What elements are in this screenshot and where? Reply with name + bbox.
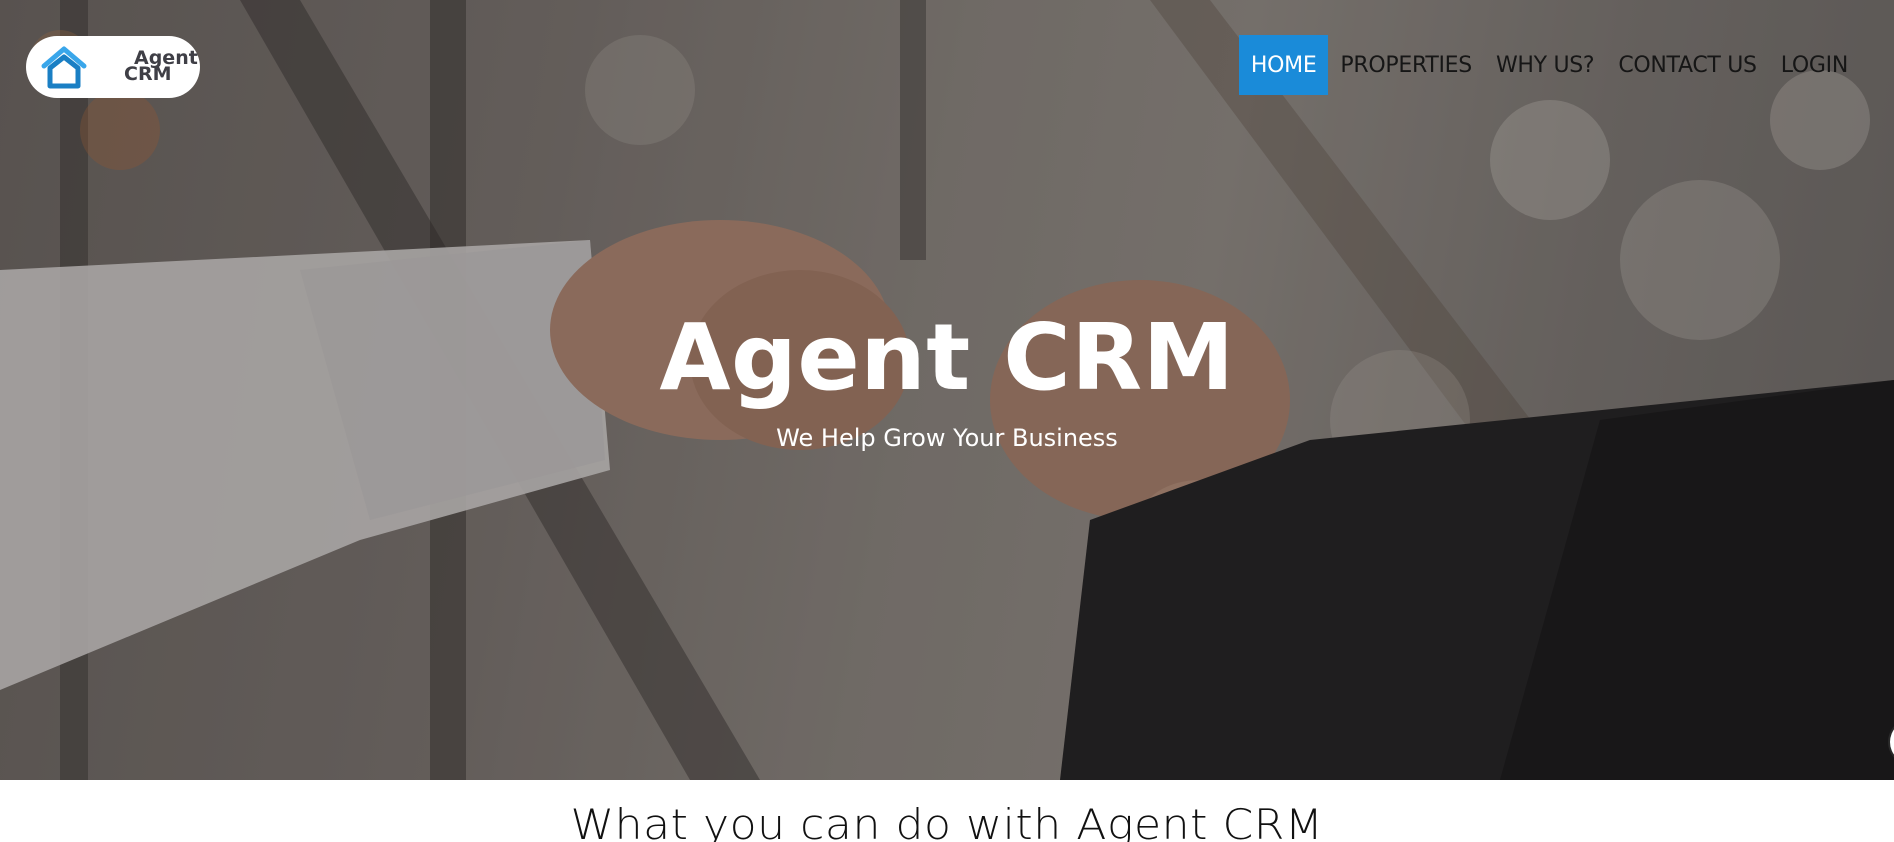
brand-logo[interactable]: Agent CRM — [26, 36, 200, 98]
nav-why-us[interactable]: WHY US? — [1484, 35, 1606, 95]
nav-home[interactable]: HOME — [1238, 35, 1329, 95]
hero-section: Agent CRM HOME PROPERTIES WHY US? CONTAC… — [0, 0, 1894, 780]
nav-contact-us[interactable]: CONTACT US — [1606, 35, 1768, 95]
nav-properties[interactable]: PROPERTIES — [1328, 35, 1484, 95]
nav-login[interactable]: LOGIN — [1769, 35, 1860, 95]
features-section-title: What you can do with Agent CRM — [570, 800, 1324, 842]
logo-text: Agent CRM — [98, 49, 198, 84]
main-nav: HOME PROPERTIES WHY US? CONTACT US LOGIN — [1238, 35, 1860, 95]
house-icon — [41, 46, 87, 89]
hero-title: Agent CRM — [659, 304, 1235, 411]
hero-subtitle: We Help Grow Your Business — [776, 424, 1118, 452]
